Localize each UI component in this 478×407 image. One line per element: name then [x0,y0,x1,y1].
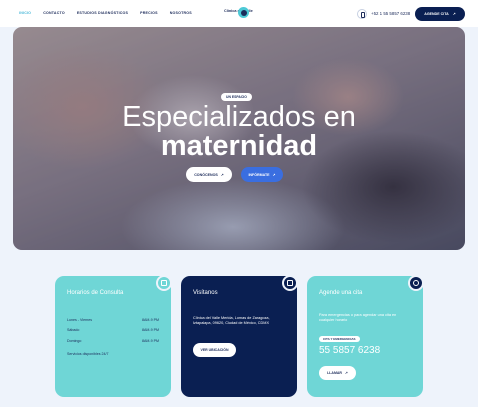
arrow-up-right-icon: ↗ [272,172,276,177]
appointment-text: Para emergencias o para agendar una cita… [319,313,397,322]
schedule-row: Lunes - Viernes 8AM-9 PM [67,318,159,322]
nav-link-contacto[interactable]: CONTACTO [43,11,65,15]
phone-icon [357,9,367,19]
emergency-pill: CITA Y EMERGENCIAS [319,336,360,342]
hero-title-line2: maternidad [160,130,318,162]
header-phone[interactable]: +52 1 55 5857 6238 [371,11,410,16]
map-icon [282,275,298,291]
ver-ubicacion-button[interactable]: VER UBICACIÓN [193,343,236,357]
arrow-up-right-icon: ↗ [344,371,348,375]
schedule-card: Horarios de Consulta Lunes - Viernes 8AM… [55,275,172,397]
arrow-up-right-icon: ↗ [452,12,456,16]
schedule-title: Horarios de Consulta [67,290,124,296]
informate-label: INFÓRMATE [248,172,270,177]
visit-card: Visítanos Clínica del Valle Merida, Loma… [181,275,298,397]
clinic-logo[interactable]: Clínica del Valle [224,5,256,22]
informate-button[interactable]: INFÓRMATE ↗ [241,167,283,182]
llamar-label: LLAMAR [327,371,342,375]
visit-title: Visítanos [193,290,218,296]
user-icon [408,275,424,291]
agende-cita-label: AGENDE CITA [424,12,449,16]
schedule-day: Sábado [67,328,80,332]
visit-address: Clínica del Valle Merida, Lomas de Zarag… [193,316,270,326]
appointment-phone[interactable]: 55 5857 6238 [319,345,380,356]
calendar-icon [156,275,172,291]
top-navbar: INICIO CONTACTO ESTUDIOS DIAGNÓSTICOS PR… [0,0,478,27]
schedule-hours: 8AM-9 PM [142,318,159,322]
appointment-title: Agende una cita [319,290,363,296]
nav-link-nosotros[interactable]: NOSOTROS [170,11,192,15]
schedule-note: Servicios disponibles 24/7 [67,352,109,356]
nav-link-estudios[interactable]: ESTUDIOS DIAGNÓSTICOS [77,11,128,15]
schedule-hours: 8AM-9 PM [142,339,159,343]
arrow-up-right-icon: ↗ [220,172,224,177]
schedule-day: Lunes - Viernes [67,318,93,322]
schedule-row: Sábado 8AM-9 PM [67,328,159,332]
nav-links: INICIO CONTACTO ESTUDIOS DIAGNÓSTICOS PR… [19,11,192,15]
agende-cita-button[interactable]: AGENDE CITA ↗ [415,7,465,21]
nav-link-inicio[interactable]: INICIO [19,11,31,15]
nav-link-precios[interactable]: PRECIOS [140,11,158,15]
schedule-row: Domingo 8AM-9 PM [67,339,159,343]
schedule-day: Domingo [67,339,82,343]
llamar-button[interactable]: LLAMAR ↗ [319,366,356,380]
appointment-card: Agende una cita Para emergencias o para … [307,275,424,397]
conocenos-button[interactable]: CONÓCENOS ↗ [186,167,232,182]
conocenos-label: CONÓCENOS [194,172,218,177]
schedule-hours: 8AM-9 PM [142,328,159,332]
logo-mark-inner-icon [241,10,247,16]
